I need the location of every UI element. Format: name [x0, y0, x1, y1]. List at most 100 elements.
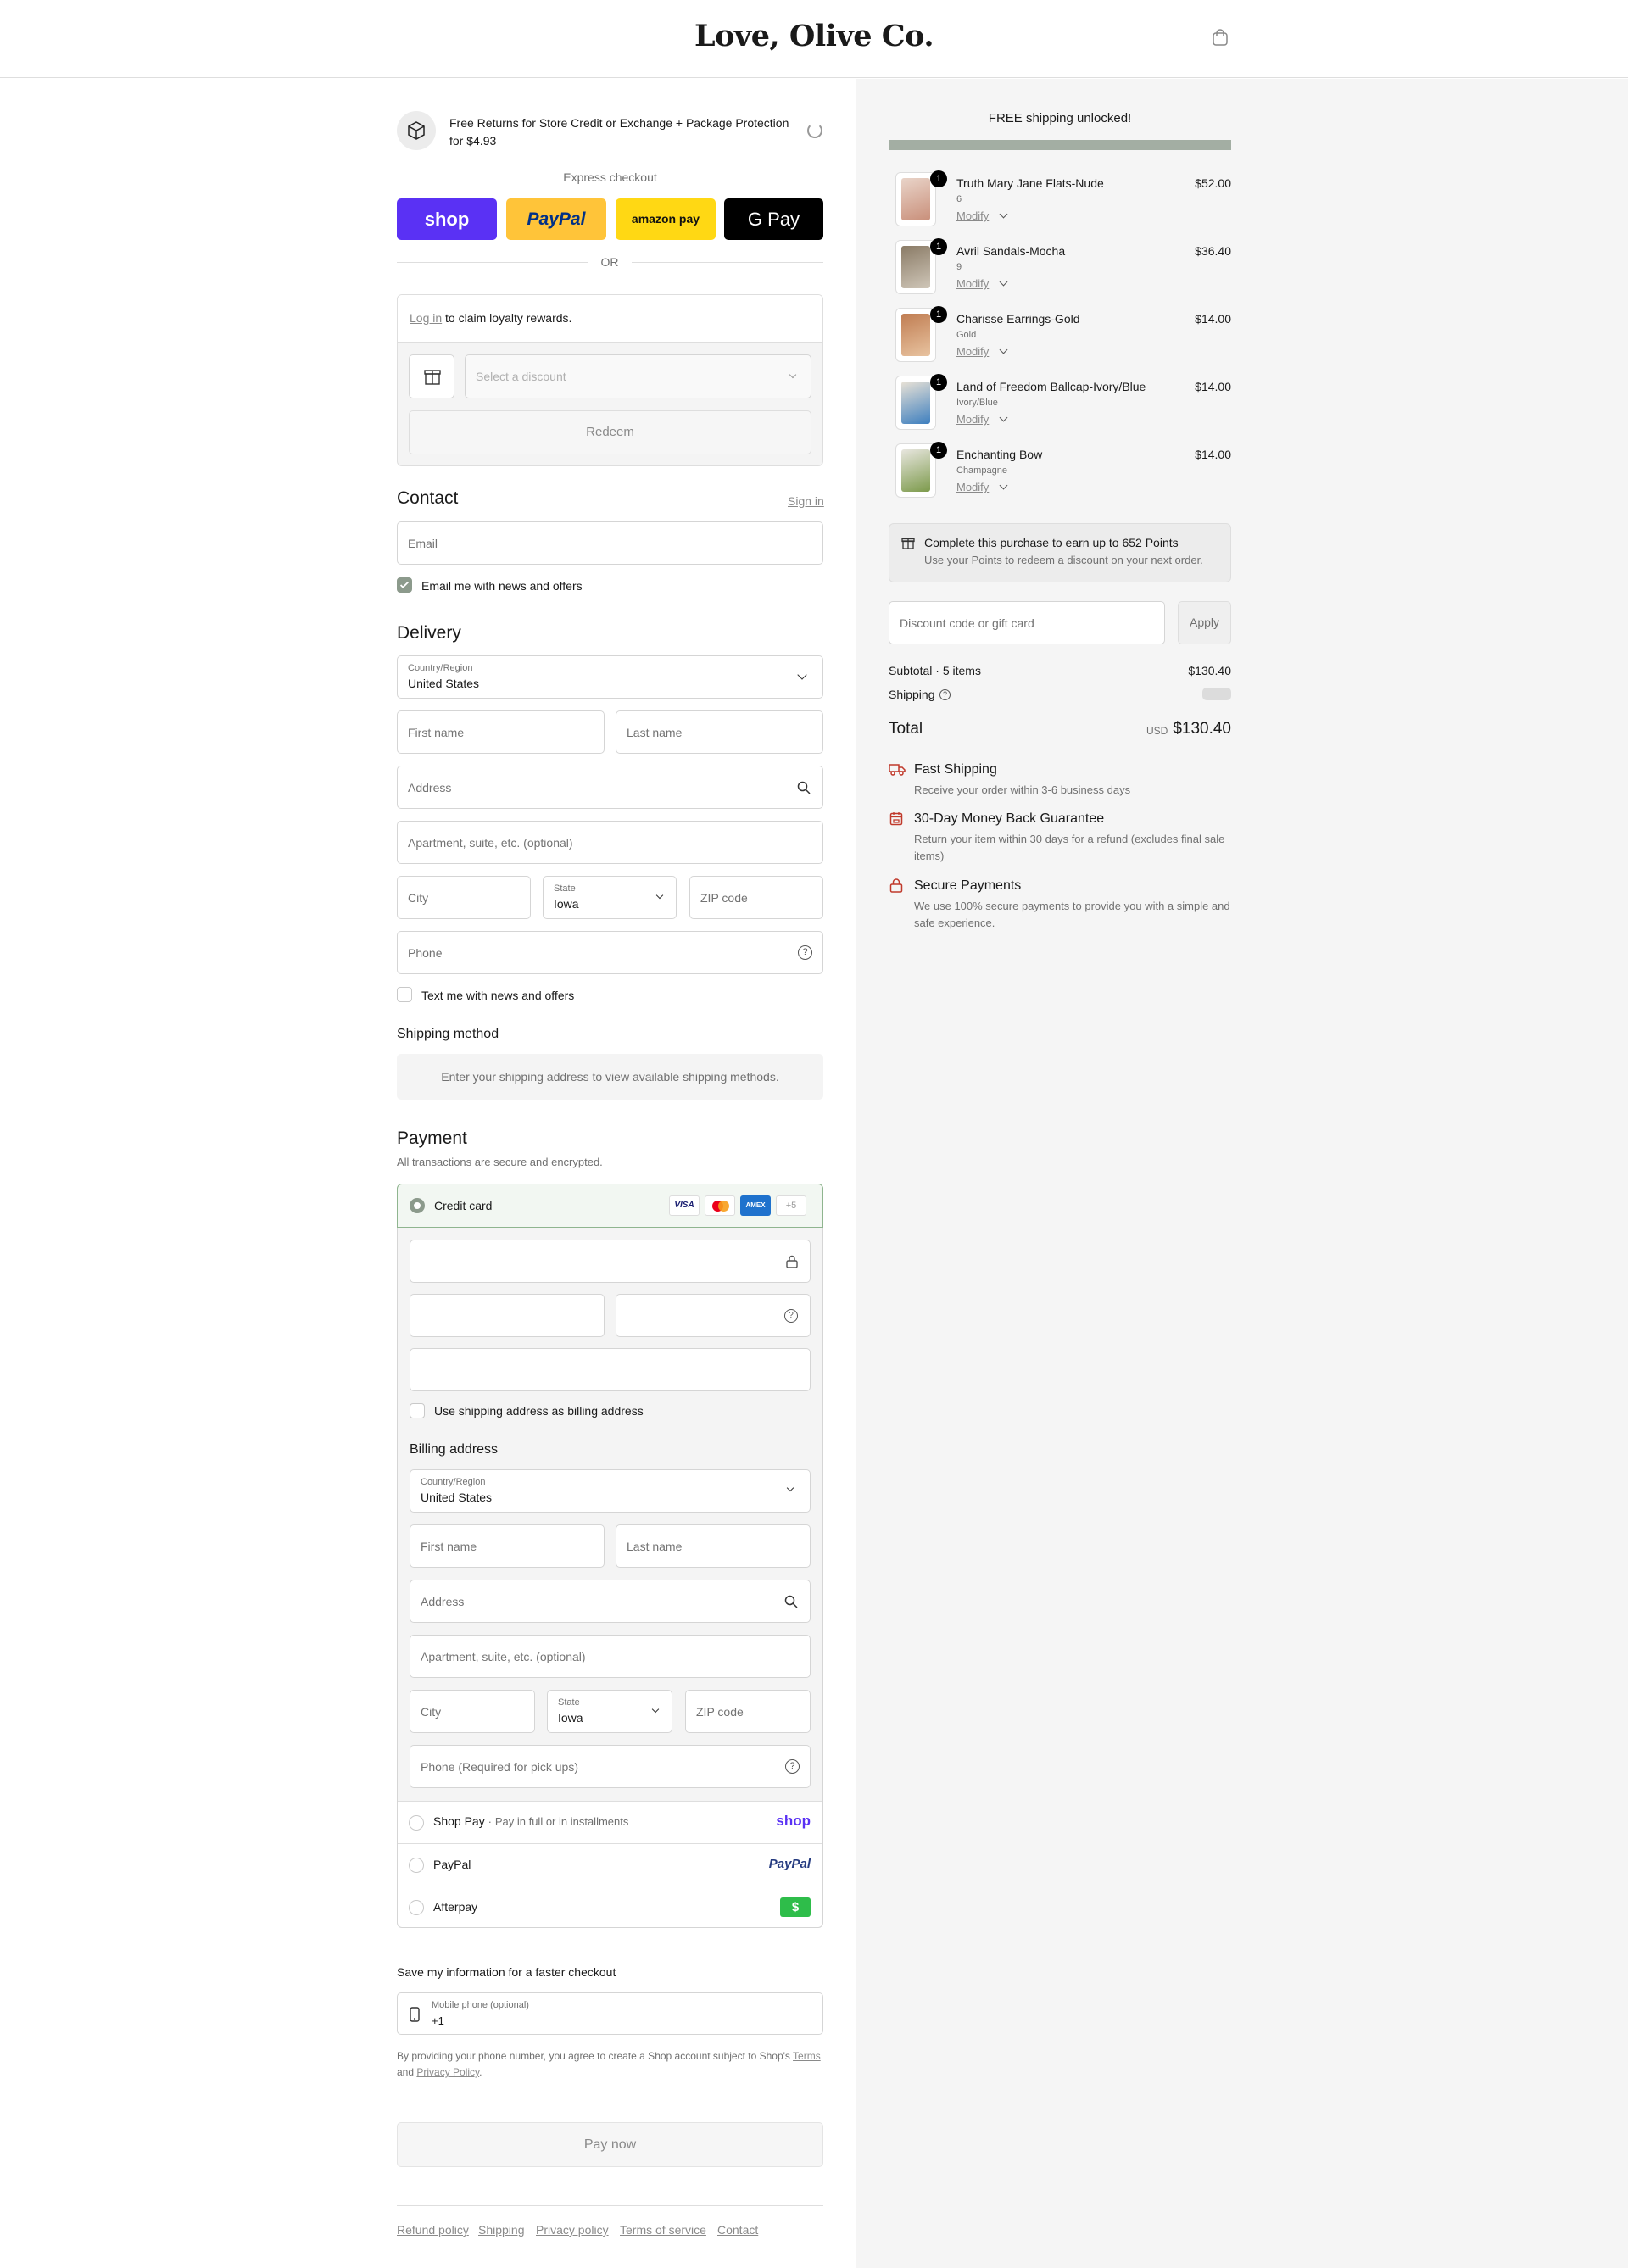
site-header: Love, Olive Co.	[0, 0, 1628, 78]
email-field[interactable]: Email	[397, 521, 823, 565]
contact-link[interactable]: Contact	[717, 2223, 758, 2237]
paypal-radio[interactable]	[409, 1858, 424, 1873]
billing-phone-placeholder: Phone (Required for pick ups)	[421, 1760, 578, 1774]
sign-in-link[interactable]: Sign in	[788, 494, 824, 508]
credit-card-radio[interactable]	[410, 1198, 425, 1213]
billing-apartment-field[interactable]: Apartment, suite, etc. (optional)	[410, 1635, 811, 1678]
billing-address-title: Billing address	[410, 1442, 499, 1457]
mobile-phone-field[interactable]: Mobile phone (optional) +1	[397, 1992, 823, 2035]
perk-text-0: Receive your order within 3-6 business d…	[914, 783, 1131, 796]
google-pay-button[interactable]: G Pay	[724, 198, 823, 240]
zip-field[interactable]: ZIP code	[689, 876, 823, 919]
billing-address-field[interactable]: Address	[410, 1580, 811, 1623]
shop-pay-option[interactable]: Shop Pay · Pay in full or in installment…	[398, 1801, 822, 1843]
text-opt-in-checkbox[interactable]	[397, 987, 412, 1002]
modify-link[interactable]: Modify	[956, 345, 989, 358]
shop-pay-radio[interactable]	[409, 1815, 424, 1831]
billing-last-name-field[interactable]: Last name	[616, 1524, 811, 1568]
chevron-down-icon	[651, 1705, 660, 1714]
afterpay-radio[interactable]	[409, 1900, 424, 1915]
billing-country-value: United States	[421, 1491, 493, 1504]
modify-link[interactable]: Modify	[956, 413, 989, 426]
terms-of-service-link[interactable]: Terms of service	[620, 2223, 706, 2237]
billing-state-select[interactable]: State Iowa	[547, 1690, 672, 1733]
card-cvv-field[interactable]: ?	[616, 1294, 811, 1337]
modify-link[interactable]: Modify	[956, 481, 989, 493]
refund-policy-link[interactable]: Refund policy	[397, 2223, 469, 2237]
free-shipping-progress	[889, 140, 1231, 150]
product-name: Truth Mary Jane Flats-Nude	[956, 176, 1104, 190]
card-name-field[interactable]	[410, 1348, 811, 1391]
help-icon[interactable]: ?	[784, 1309, 798, 1323]
country-select[interactable]: Country/Region United States	[397, 655, 823, 699]
state-value: Iowa	[554, 897, 579, 911]
lock-icon	[889, 878, 903, 893]
city-field[interactable]: City	[397, 876, 531, 919]
use-shipping-address-checkbox[interactable]	[410, 1403, 425, 1418]
brand-logo[interactable]: Love, Olive Co.	[0, 19, 1628, 53]
log-in-link[interactable]: Log in	[410, 311, 442, 325]
redeem-button[interactable]: Redeem	[409, 410, 811, 454]
shipping-policy-link[interactable]: Shipping	[478, 2223, 525, 2237]
paypal-express-button[interactable]: PayPal	[506, 198, 606, 240]
billing-phone-field[interactable]: Phone (Required for pick ups) ?	[410, 1745, 811, 1788]
billing-city-field[interactable]: City	[410, 1690, 535, 1733]
modify-link[interactable]: Modify	[956, 277, 989, 290]
points-title: Complete this purchase to earn up to 652…	[924, 536, 1179, 549]
billing-country-select[interactable]: Country/Region United States	[410, 1469, 811, 1513]
product-variant: 9	[956, 262, 962, 272]
address-placeholder: Address	[408, 781, 452, 794]
free-shipping-message: FREE shipping unlocked!	[988, 111, 1132, 125]
footer-divider	[397, 2205, 823, 2206]
last-name-field[interactable]: Last name	[616, 710, 823, 754]
card-number-field[interactable]	[410, 1240, 811, 1283]
first-name-field[interactable]: First name	[397, 710, 605, 754]
discount-code-placeholder: Discount code or gift card	[900, 616, 1034, 630]
phone-field[interactable]: Phone ?	[397, 931, 823, 974]
points-subtitle: Use your Points to redeem a discount on …	[924, 554, 1203, 566]
shop-pay-button[interactable]: shop	[397, 198, 497, 240]
pay-now-button[interactable]: Pay now	[397, 2122, 823, 2167]
points-banner: Complete this purchase to earn up to 652…	[889, 523, 1231, 582]
state-select[interactable]: State Iowa	[543, 876, 677, 919]
calendar-icon	[889, 812, 903, 826]
card-expiry-field[interactable]	[410, 1294, 605, 1337]
billing-city-placeholder: City	[421, 1705, 442, 1719]
cart-icon[interactable]	[1211, 28, 1229, 47]
modify-link[interactable]: Modify	[956, 209, 989, 222]
apartment-field[interactable]: Apartment, suite, etc. (optional)	[397, 821, 823, 864]
billing-first-name-placeholder: First name	[421, 1540, 477, 1553]
payment-subtitle: All transactions are secure and encrypte…	[397, 1156, 603, 1168]
discount-select[interactable]: Select a discount	[465, 354, 811, 398]
paypal-option[interactable]: PayPal PayPal	[398, 1843, 822, 1886]
chevron-down-icon	[786, 1484, 794, 1492]
discount-code-field[interactable]: Discount code or gift card	[889, 601, 1165, 644]
last-name-placeholder: Last name	[627, 726, 683, 739]
paypal-label: PayPal	[433, 1858, 471, 1871]
email-opt-in-checkbox[interactable]	[397, 577, 412, 593]
zip-placeholder: ZIP code	[700, 891, 748, 905]
privacy-policy-link[interactable]: Privacy policy	[536, 2223, 609, 2237]
terms-link[interactable]: Terms	[793, 2050, 821, 2062]
chevron-down-icon	[789, 371, 797, 379]
credit-card-option[interactable]: Credit card VISA AMEX +5	[397, 1184, 823, 1228]
help-icon[interactable]: ?	[785, 1759, 800, 1774]
afterpay-option[interactable]: Afterpay $	[398, 1886, 822, 1927]
billing-first-name-field[interactable]: First name	[410, 1524, 605, 1568]
mobile-phone-value: +1	[432, 2014, 444, 2027]
apply-discount-button[interactable]: Apply	[1178, 601, 1231, 644]
address-field[interactable]: Address	[397, 766, 823, 809]
quantity-badge: 1	[930, 238, 947, 255]
city-placeholder: City	[408, 891, 429, 905]
billing-last-name-placeholder: Last name	[627, 1540, 683, 1553]
mobile-phone-label: Mobile phone (optional)	[432, 2000, 529, 2010]
help-icon[interactable]: ?	[798, 945, 812, 960]
payment-title: Payment	[397, 1128, 467, 1148]
billing-apartment-placeholder: Apartment, suite, etc. (optional)	[421, 1650, 586, 1663]
perk-title-1: 30-Day Money Back Guarantee	[914, 811, 1105, 826]
amex-icon: AMEX	[740, 1195, 771, 1216]
privacy-link[interactable]: Privacy Policy	[416, 2066, 479, 2078]
amazon-pay-button[interactable]: amazon pay	[616, 198, 716, 240]
help-icon[interactable]: ?	[939, 689, 951, 700]
billing-zip-field[interactable]: ZIP code	[685, 1690, 811, 1733]
